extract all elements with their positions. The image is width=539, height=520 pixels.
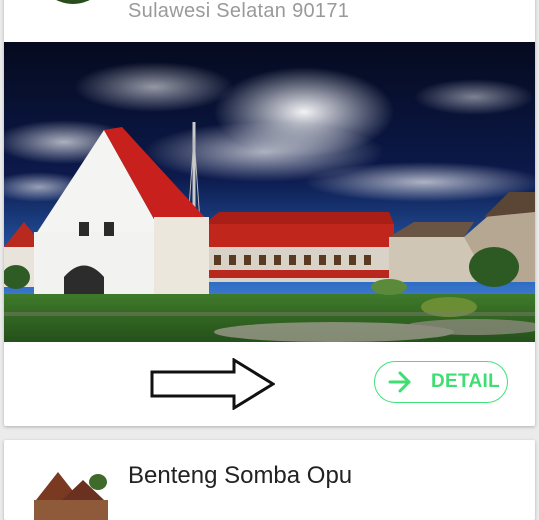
detail-button[interactable]: DETAIL <box>374 361 508 403</box>
place-card[interactable]: Benteng Somba Opu <box>4 440 535 520</box>
place-thumbnail <box>28 460 110 520</box>
next-arrow-button[interactable] <box>149 357 276 411</box>
place-address: Sulawesi Selatan 90171 <box>128 0 350 22</box>
right-arrow-outline-icon <box>150 357 276 411</box>
arrow-right-icon <box>388 371 411 393</box>
place-card: Sulawesi Selatan 90171 DETAIL <box>4 0 535 426</box>
place-title: Benteng Somba Opu <box>128 462 353 489</box>
place-avatar <box>36 0 110 4</box>
detail-label: DETAIL <box>431 371 500 392</box>
place-photo <box>4 42 535 342</box>
